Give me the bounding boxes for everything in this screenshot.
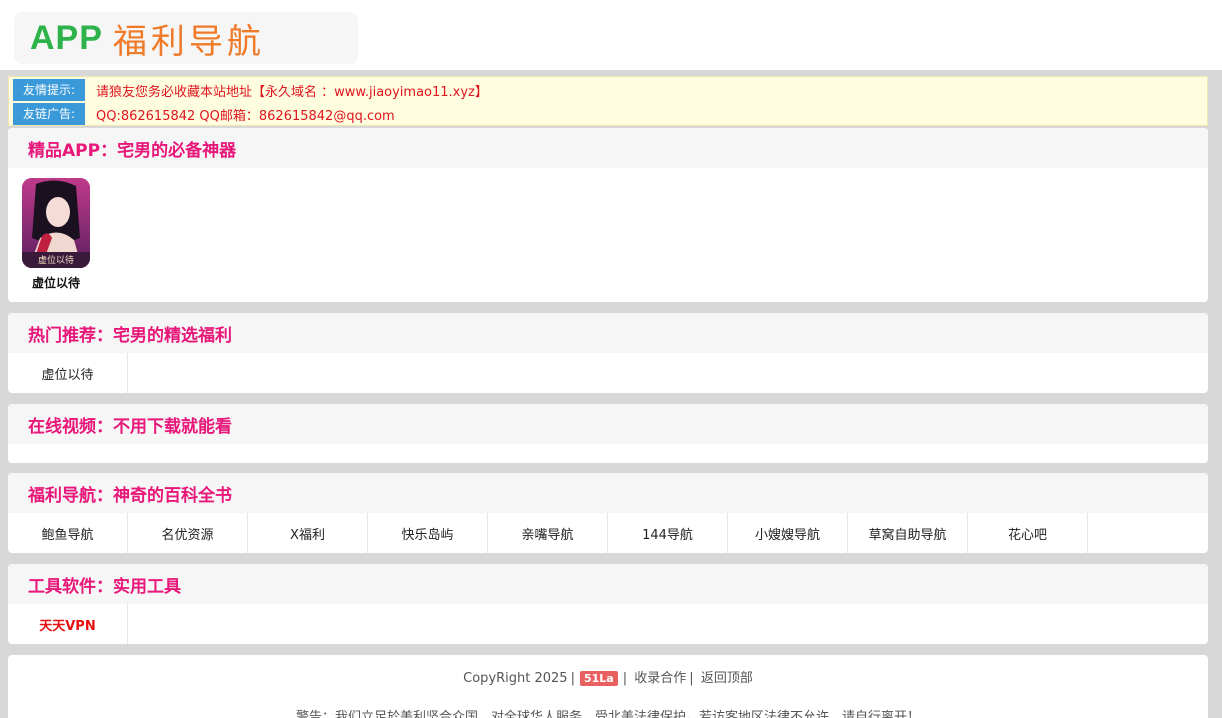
app-name[interactable]: 虚位以待: [32, 274, 80, 291]
footer: CopyRight 2025 | 51La | 收录合作 | 返回顶部 警告：我们立足於…: [8, 655, 1208, 718]
hot-link[interactable]: 虚位以待: [8, 353, 128, 393]
cooperate-link[interactable]: 收录合作: [634, 671, 686, 686]
logo-app-text: APP: [30, 18, 103, 57]
notice-ad-label: 友链广告:: [13, 103, 85, 125]
svg-text:虚位以待: 虚位以待: [38, 254, 74, 266]
section-nav-header: 福利导航：神奇的百科全书: [8, 473, 1208, 513]
section-video-header: 在线视频：不用下载就能看: [8, 404, 1208, 444]
hot-links: 虚位以待: [8, 353, 1208, 393]
tools-links: 天天VPN: [8, 604, 1208, 644]
section-tools-header: 工具软件：实用工具: [8, 564, 1208, 604]
footer-warning: 警告：我们立足於美利坚合众国，对全球华人服务，受北美法律保护。若访客地区法律不允…: [295, 710, 920, 718]
nav-link[interactable]: 名优资源: [128, 513, 248, 553]
logo-cn-text: 福利导航: [112, 21, 265, 62]
site-logo[interactable]: APP 福利导航: [14, 12, 358, 64]
section-hot-title: 热门推荐：宅男的精选福利: [28, 325, 232, 346]
tools-link[interactable]: 天天VPN: [8, 604, 128, 644]
back-top-link[interactable]: 返回顶部: [701, 671, 753, 686]
app-tile[interactable]: 虚位以待 虚位以待: [22, 178, 90, 291]
footer-links: CopyRight 2025 | 51La | 收录合作 | 返回顶部: [463, 671, 753, 686]
nav-links: 鲍鱼导航 名优资源 X福利 快乐岛屿 亲嘴导航 144导航 小嫂嫂导航 草窝自助…: [8, 513, 1208, 553]
copyright-text: CopyRight 2025: [463, 671, 568, 686]
notice-row-tip: 友情提示: 请狼友您务必收藏本站地址【永久域名 ：www.jiaoyimao11…: [13, 79, 488, 101]
section-tools: 工具软件：实用工具 天天VPN: [8, 564, 1208, 644]
nav-link[interactable]: 144导航: [608, 513, 728, 553]
top-bar: APP 福利导航: [0, 0, 1222, 70]
stats-badge[interactable]: 51La: [579, 671, 618, 686]
section-hot-header: 热门推荐：宅男的精选福利: [8, 313, 1208, 353]
notice-tip-text: 请狼友您务必收藏本站地址【永久域名 ：www.jiaoyimao11.xyz】: [96, 84, 488, 100]
nav-link[interactable]: 快乐岛屿: [368, 513, 488, 553]
section-nav: 福利导航：神奇的百科全书 鲍鱼导航 名优资源 X福利 快乐岛屿 亲嘴导航 144…: [8, 473, 1208, 553]
nav-link[interactable]: 花心吧: [968, 513, 1088, 553]
notice-bar: 友情提示: 请狼友您务必收藏本站地址【永久域名 ：www.jiaoyimao11…: [8, 76, 1208, 126]
notice-row-ad: 友链广告: QQ:862615842 QQ邮箱：862615842@qq.com: [13, 103, 395, 125]
section-nav-title: 福利导航：神奇的百科全书: [28, 485, 232, 506]
section-video: 在线视频：不用下载就能看: [8, 404, 1208, 463]
section-tools-title: 工具软件：实用工具: [28, 576, 181, 597]
nav-link[interactable]: X福利: [248, 513, 368, 553]
section-apps-header: 精品APP：宅男的必备神器: [8, 128, 1208, 168]
nav-link[interactable]: 鲍鱼导航: [8, 513, 128, 553]
notice-ad-text[interactable]: QQ:862615842 QQ邮箱：862615842@qq.com: [96, 105, 395, 124]
section-apps: 精品APP：宅男的必备神器 虚位以待 虚位以待: [8, 128, 1208, 302]
app-icon-anime-girl[interactable]: 虚位以待: [22, 178, 90, 268]
section-apps-title: 精品APP：宅男的必备神器: [28, 140, 237, 161]
nav-link[interactable]: 草窝自助导航: [848, 513, 968, 553]
nav-link[interactable]: 小嫂嫂导航: [728, 513, 848, 553]
section-hot: 热门推荐：宅男的精选福利 虚位以待: [8, 313, 1208, 393]
notice-tip-label: 友情提示:: [13, 79, 85, 101]
nav-link[interactable]: 亲嘴导航: [488, 513, 608, 553]
section-video-title: 在线视频：不用下载就能看: [28, 416, 232, 437]
